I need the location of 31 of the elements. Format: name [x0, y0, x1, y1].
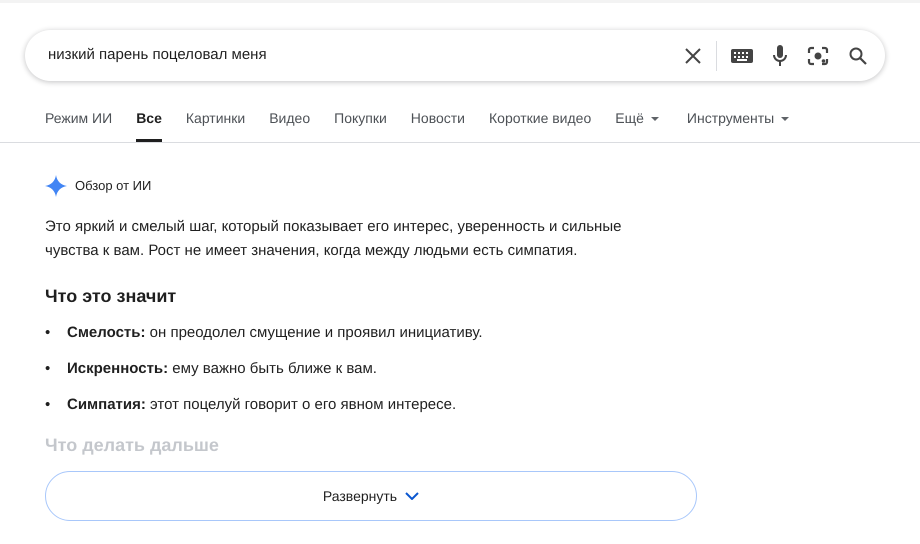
tab[interactable]: Все [136, 108, 162, 142]
sparkle-icon [45, 175, 67, 197]
bullet-marker: • [45, 323, 52, 343]
camera-icon [807, 46, 829, 66]
section-heading: Что делать дальше [45, 434, 220, 457]
keyboard-icon [731, 48, 753, 62]
section-heading: Что это значит [45, 285, 178, 308]
overview-title: Обзор от ИИ [75, 177, 152, 196]
bullet-text: Симпатия: этот поцелуй говорит о его явном интересе. [67, 395, 456, 415]
menu-tab[interactable]: Инструменты [686, 108, 790, 142]
caret-icon [781, 117, 790, 122]
search-input[interactable]: низкий парень поцеловал меня [46, 43, 678, 68]
expand-button[interactable]: Развернуть [45, 471, 697, 521]
tab[interactable]: Картинки [186, 108, 246, 142]
search-icon [849, 46, 867, 64]
menu-tab[interactable]: Ещё [615, 108, 659, 142]
microphone-icon [773, 44, 787, 66]
bullet-marker: • [45, 395, 52, 415]
summary-paragraph: Это яркий и смелый шаг, который показывает его интерес, уверенность и сильные чувства к вам. Рост не имеет значения, когда между людьми есть симпатия. [45, 217, 622, 261]
tab[interactable]: Новости [410, 108, 465, 142]
tab[interactable]: Покупки [334, 108, 387, 142]
bullet-text: Смелость: он преодолел смущение и проявил инициативу. [67, 323, 483, 343]
tab[interactable]: Короткие видео [489, 108, 592, 142]
tab[interactable]: Видео [269, 108, 310, 142]
bullet-text: Искренность: ему важно быть ближе к вам. [67, 359, 377, 379]
bullet-marker: • [45, 359, 52, 379]
caret-icon [650, 117, 659, 122]
search-field[interactable]: низкий парень поцеловал меня [25, 30, 885, 81]
chevron-down-icon [405, 492, 420, 500]
close-icon [684, 46, 702, 64]
tab[interactable]: Режим ИИ [45, 108, 112, 142]
